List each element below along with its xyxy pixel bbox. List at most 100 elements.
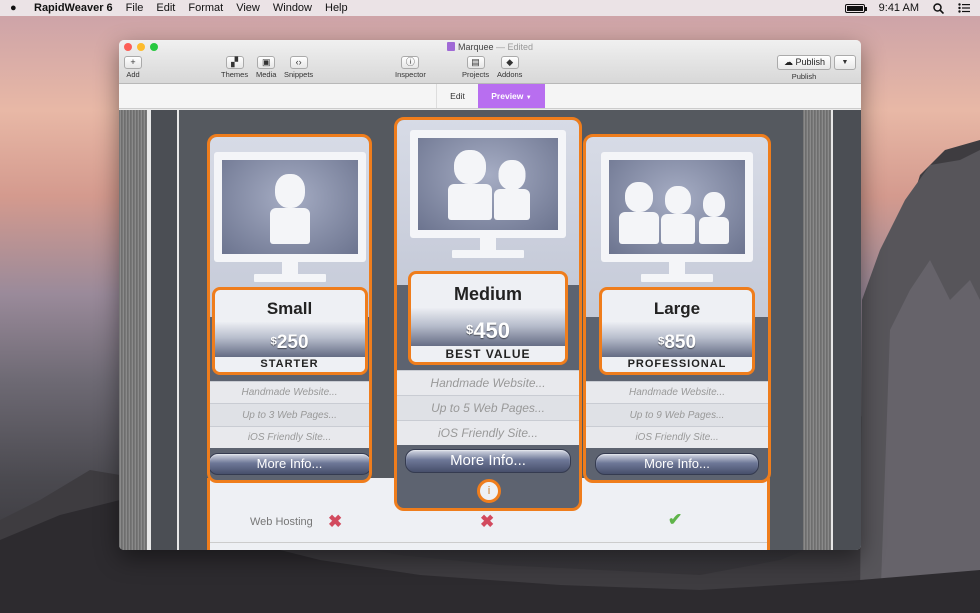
monitor-base bbox=[253, 274, 326, 282]
monitor-base bbox=[641, 274, 713, 282]
person-icon bbox=[661, 186, 695, 244]
notification-center-icon[interactable] bbox=[958, 3, 970, 13]
menu-edit[interactable]: Edit bbox=[156, 2, 175, 14]
person-body bbox=[699, 217, 729, 244]
plan-name: Medium bbox=[453, 284, 522, 304]
page-edge-left bbox=[119, 110, 147, 550]
monitor-glass bbox=[418, 138, 558, 230]
window-title: Marquee — Edited bbox=[119, 42, 861, 52]
menu-view[interactable]: View bbox=[236, 2, 260, 14]
spotlight-search-icon[interactable] bbox=[933, 2, 944, 14]
window-toolbar: Marquee — Edited + Add ▞ Themes ▣ Media … bbox=[119, 40, 861, 84]
monitor-icon bbox=[410, 130, 566, 258]
menu-clock[interactable]: 9:41 AM bbox=[879, 2, 919, 14]
monitor-icon bbox=[601, 152, 753, 282]
snippets-button[interactable]: ‹› Snippets bbox=[284, 56, 313, 79]
table-row-divider bbox=[210, 542, 767, 543]
monitor-glass bbox=[609, 160, 745, 254]
monitor-neck bbox=[480, 238, 496, 250]
media-button[interactable]: ▣ Media bbox=[256, 56, 276, 79]
monitor-icon bbox=[213, 152, 366, 282]
person-body bbox=[269, 208, 310, 244]
publish-label: Publish bbox=[791, 72, 817, 81]
feature-item: Handmade Website... bbox=[586, 381, 768, 403]
monitor-neck bbox=[669, 262, 685, 274]
pricing-card-large: Large $850 PROFESSIONAL Handmade Website… bbox=[583, 134, 771, 483]
add-button[interactable]: + Add bbox=[124, 56, 142, 79]
inspector-button[interactable]: ⓘ Inspector bbox=[395, 56, 426, 79]
cross-icon-medium: ✖ bbox=[480, 512, 495, 531]
feature-item: Up to 5 Web Pages... bbox=[397, 395, 579, 420]
person-head bbox=[625, 182, 653, 212]
info-icon: ⓘ bbox=[401, 56, 420, 69]
projects-icon: ▤ bbox=[466, 56, 485, 69]
person-head bbox=[703, 192, 725, 217]
pricing-card-medium: Medium $450 BEST VALUE Handmade Website.… bbox=[394, 117, 582, 511]
feature-item: Handmade Website... bbox=[210, 381, 369, 403]
person-body bbox=[661, 214, 695, 244]
person-head bbox=[665, 186, 691, 214]
person-body bbox=[448, 184, 492, 220]
plan-tier: STARTER bbox=[214, 357, 365, 372]
puzzle-icon: ◆ bbox=[500, 56, 519, 69]
apple-icon[interactable]: ● bbox=[10, 2, 22, 14]
media-icon: ▣ bbox=[257, 56, 276, 69]
monitor-base bbox=[452, 250, 524, 258]
app-window: Marquee — Edited + Add ▞ Themes ▣ Media … bbox=[119, 40, 861, 550]
chevron-down-icon: ▼ bbox=[525, 95, 532, 101]
publish-button[interactable]: ☁ Publish bbox=[777, 55, 831, 70]
pricing-card-small: Small $250 STARTER Handmade Website... U… bbox=[207, 134, 372, 483]
publish-dropdown-button[interactable]: ▼ bbox=[834, 55, 856, 70]
page-margin-right bbox=[833, 110, 861, 550]
page-edge-right bbox=[803, 110, 831, 550]
feature-item: iOS Friendly Site... bbox=[210, 426, 369, 448]
tab-preview[interactable]: Preview ▼ bbox=[478, 84, 545, 108]
person-icon bbox=[699, 192, 729, 244]
plus-icon: + bbox=[124, 56, 142, 69]
plan-tier: BEST VALUE bbox=[411, 346, 565, 362]
plan-price: $250 bbox=[270, 332, 309, 353]
more-info-button-large[interactable]: More Info... bbox=[595, 453, 759, 475]
addons-button[interactable]: ◆ Addons bbox=[497, 56, 522, 79]
person-body bbox=[619, 212, 659, 244]
monitor-neck bbox=[281, 262, 298, 274]
cloud-icon: ☁ bbox=[784, 57, 793, 67]
preview-canvas: Web Hosting ✖ ✖ ✔ Small $250 STARTER Han… bbox=[119, 110, 861, 550]
row-label-web-hosting: Web Hosting bbox=[250, 516, 313, 528]
menu-help[interactable]: Help bbox=[325, 2, 348, 14]
menu-format[interactable]: Format bbox=[188, 2, 223, 14]
more-info-button-small[interactable]: More Info... bbox=[210, 453, 369, 475]
menu-bar: ● RapidWeaver 6 File Edit Format View Wi… bbox=[0, 0, 980, 16]
chevron-down-icon: ▼ bbox=[841, 59, 849, 66]
tab-edit[interactable]: Edit bbox=[436, 84, 478, 108]
more-info-button-medium[interactable]: More Info... bbox=[405, 449, 571, 473]
battery-icon[interactable] bbox=[844, 3, 867, 13]
cross-icon-small: ✖ bbox=[328, 512, 343, 531]
check-icon-large: ✔ bbox=[668, 510, 683, 529]
person-icon bbox=[494, 160, 530, 220]
info-toggle-icon[interactable]: i bbox=[477, 479, 501, 503]
page-rule-left bbox=[177, 110, 179, 550]
projects-button[interactable]: ▤ Projects bbox=[462, 56, 489, 79]
plan-tier: PROFESSIONAL bbox=[602, 357, 752, 372]
price-box-medium: Medium $450 BEST VALUE bbox=[408, 271, 568, 365]
person-head bbox=[454, 150, 486, 184]
menu-file[interactable]: File bbox=[126, 2, 144, 14]
feature-item: Up to 9 Web Pages... bbox=[586, 403, 768, 426]
themes-icon: ▞ bbox=[225, 56, 244, 69]
menu-app-name[interactable]: RapidWeaver 6 bbox=[34, 2, 113, 14]
feature-item: Handmade Website... bbox=[397, 370, 579, 395]
price-box-small: Small $250 STARTER bbox=[211, 287, 368, 375]
themes-button[interactable]: ▞ Themes bbox=[221, 56, 248, 79]
mode-switcher: Edit Preview ▼ bbox=[119, 84, 861, 109]
price-box-large: Large $850 PROFESSIONAL bbox=[599, 287, 755, 375]
plan-name: Large bbox=[653, 299, 701, 318]
plan-price: $850 bbox=[657, 332, 697, 353]
plan-price: $450 bbox=[465, 318, 511, 343]
person-icon bbox=[448, 150, 492, 220]
menu-window[interactable]: Window bbox=[273, 2, 312, 14]
page-margin-left bbox=[151, 110, 177, 550]
person-body bbox=[494, 189, 530, 220]
feature-item: iOS Friendly Site... bbox=[586, 426, 768, 448]
feature-item: iOS Friendly Site... bbox=[397, 420, 579, 445]
